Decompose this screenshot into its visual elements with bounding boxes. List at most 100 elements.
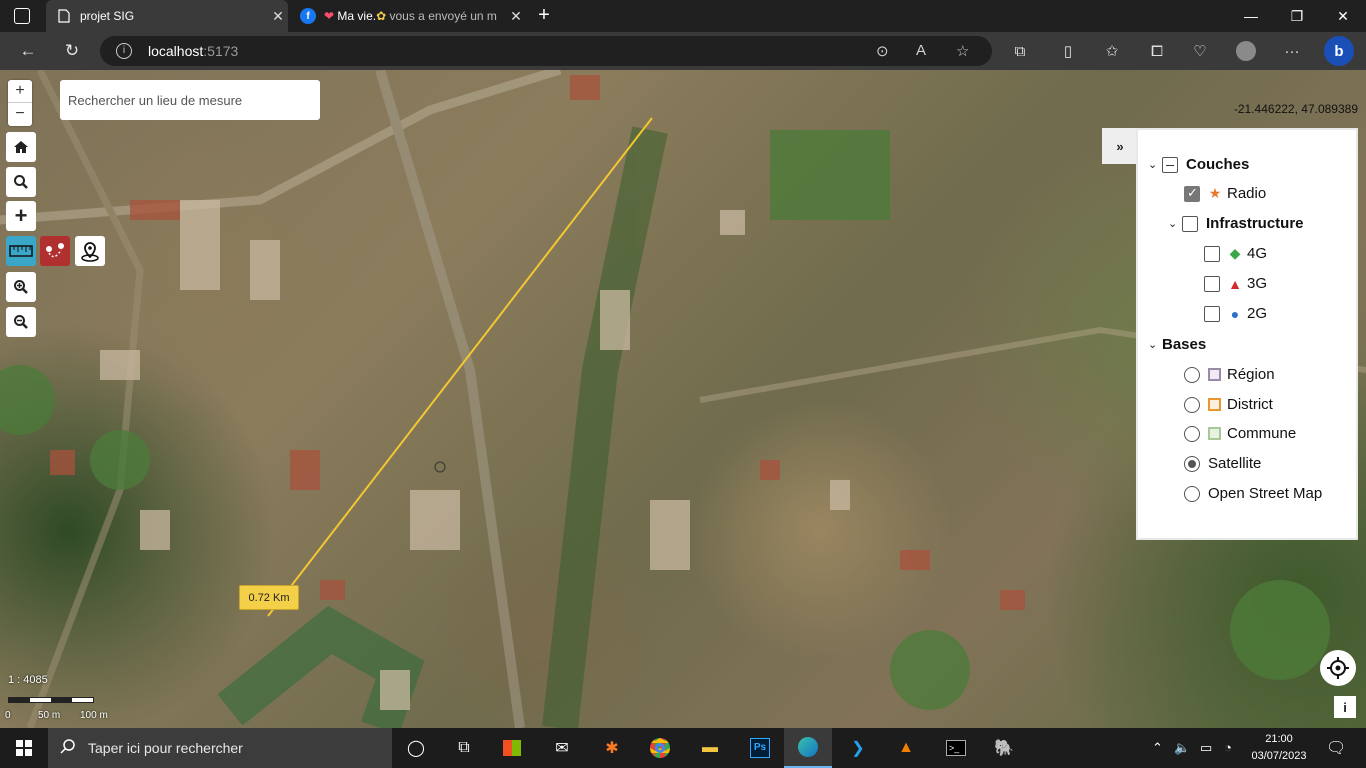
terminal-icon[interactable]: >_ <box>932 728 980 768</box>
maximize-button[interactable]: ❐ <box>1274 0 1320 32</box>
bases-title: Bases <box>1162 336 1207 353</box>
postgresql-icon[interactable]: 🐘 <box>980 728 1028 768</box>
attribution-info-button[interactable]: i <box>1334 696 1356 718</box>
tab-facebook[interactable]: f ❤ Ma vie.✿ vous a envoyé un m ✕ <box>290 0 526 32</box>
taskbar-search[interactable]: Taper ici pour rechercher <box>48 728 392 768</box>
tab-actions-icon[interactable] <box>14 8 30 24</box>
tab-projet-sig[interactable]: projet SIG ✕ <box>46 0 288 32</box>
split-screen-icon[interactable]: ▯ <box>1056 40 1080 62</box>
new-tab-button[interactable]: + <box>532 4 556 28</box>
add-point-button[interactable]: + <box>6 201 36 231</box>
performance-icon[interactable]: ♡ <box>1188 40 1212 62</box>
profile-avatar[interactable] <box>1234 40 1258 62</box>
favorite-star-icon[interactable]: ☆ <box>956 42 969 60</box>
close-icon[interactable]: ✕ <box>268 8 288 25</box>
zoom-in-icon <box>14 280 28 294</box>
mail-icon[interactable]: ✉ <box>538 728 586 768</box>
cortana-icon[interactable]: ◯ <box>392 728 440 768</box>
file-explorer-icon[interactable]: ▬ <box>686 728 734 768</box>
search-icon <box>14 175 28 189</box>
satellite-radio[interactable] <box>1184 455 1200 472</box>
bing-icon[interactable]: b <box>1324 36 1354 66</box>
location-icon[interactable]: ⊙ <box>876 42 889 60</box>
chevron-up-icon[interactable]: ⌃ <box>1152 740 1163 756</box>
minimize-button[interactable]: — <box>1228 0 1274 32</box>
read-aloud-icon[interactable]: A <box>916 42 926 59</box>
zoom-in-button[interactable]: + <box>8 80 32 103</box>
collapse-panel-button[interactable]: » <box>1102 128 1138 164</box>
favorites-icon[interactable]: ✩ <box>1100 40 1124 62</box>
collections-icon[interactable]: ⧠ <box>1145 40 1169 62</box>
clock-date: 03/07/2023 <box>1251 750 1307 762</box>
close-icon[interactable]: ✕ <box>506 8 526 25</box>
zoom-out-area-button[interactable] <box>6 307 36 337</box>
close-window-button[interactable]: ✕ <box>1320 0 1366 32</box>
location-pin-button[interactable] <box>75 236 105 266</box>
base-satellite: Satellite <box>1184 455 1261 472</box>
tab-bar: projet SIG ✕ f ❤ Ma vie.✿ vous a envoyé … <box>0 0 1366 32</box>
osm-radio[interactable] <box>1184 485 1200 502</box>
couches-checkbox[interactable] <box>1162 156 1178 173</box>
radio-checkbox[interactable] <box>1184 185 1200 202</box>
network-icon[interactable]: ◔ <box>1224 740 1232 755</box>
url-field[interactable]: i localhost:5173 ⊙ A ☆ <box>100 36 992 66</box>
district-radio[interactable] <box>1184 396 1200 413</box>
back-icon[interactable]: ← <box>14 39 42 63</box>
xampp-icon[interactable]: ✱ <box>588 728 636 768</box>
measure-distance-button[interactable] <box>6 236 36 266</box>
map-view[interactable]: 0.72 Km + − + -21.446222, 47.089389 » ⌄ … <box>0 70 1366 728</box>
extensions-icon[interactable]: ⧉ <box>1008 40 1032 62</box>
chevron-down-icon[interactable]: ⌄ <box>1148 338 1162 351</box>
layer-4g: ◆ 4G <box>1204 245 1267 262</box>
ruler-icon <box>9 245 33 257</box>
tab-title: projet SIG <box>80 9 135 23</box>
layer-group-infrastructure: ⌄ Infrastructure <box>1168 215 1304 232</box>
edge-icon[interactable] <box>784 728 832 768</box>
4g-checkbox[interactable] <box>1204 245 1220 262</box>
geolocate-button[interactable] <box>1320 650 1356 686</box>
photoshop-icon[interactable]: Ps <box>736 728 784 768</box>
notifications-icon[interactable]: 🗨 <box>1326 738 1346 758</box>
region-legend-icon <box>1208 368 1221 381</box>
commune-radio[interactable] <box>1184 425 1200 442</box>
infrastructure-checkbox[interactable] <box>1182 215 1198 232</box>
refresh-icon[interactable]: ↻ <box>58 39 86 63</box>
osm-label: Open Street Map <box>1208 485 1323 502</box>
scale-tick-0: 0 <box>5 710 11 721</box>
facebook-icon: f <box>300 8 316 24</box>
zoom-in-area-button[interactable] <box>6 272 36 302</box>
chevron-down-icon[interactable]: ⌄ <box>1168 217 1182 230</box>
more-menu-icon[interactable]: ··· <box>1280 40 1304 62</box>
region-radio[interactable] <box>1184 366 1200 383</box>
base-osm: Open Street Map <box>1184 485 1322 502</box>
search-input[interactable] <box>60 80 320 120</box>
system-clock[interactable]: 21:00 03/07/2023 <box>1250 731 1308 765</box>
base-commune: Commune <box>1184 425 1296 442</box>
layer-2g: ● 2G <box>1204 305 1267 322</box>
vlc-icon[interactable]: ▲ <box>882 728 930 768</box>
volume-icon[interactable]: 🔈 <box>1174 740 1190 756</box>
vscode-icon[interactable]: ❯ <box>834 728 882 768</box>
windows-start-button[interactable] <box>0 728 48 768</box>
district-legend-icon <box>1208 398 1221 411</box>
star-icon: ★ <box>1208 185 1222 201</box>
base-district: District <box>1184 396 1273 413</box>
zoom-out-button[interactable]: − <box>8 103 32 126</box>
layer-radio: ★ Radio <box>1184 185 1266 202</box>
home-button[interactable] <box>6 132 36 162</box>
info-icon[interactable]: i <box>116 43 132 59</box>
chrome-icon[interactable] <box>636 728 684 768</box>
3g-label: 3G <box>1247 275 1268 292</box>
3g-checkbox[interactable] <box>1204 275 1220 292</box>
chevron-down-icon[interactable]: ⌄ <box>1148 158 1162 171</box>
task-view-icon[interactable]: ⧉ <box>440 728 488 768</box>
layer-3g: ▲ 3G <box>1204 275 1267 292</box>
route-button[interactable] <box>40 236 70 266</box>
triangle-icon: ▲ <box>1228 275 1242 292</box>
battery-icon[interactable]: ▭ <box>1200 740 1212 756</box>
layer-group-bases: ⌄ Bases <box>1148 336 1206 353</box>
2g-checkbox[interactable] <box>1204 305 1220 322</box>
search-button[interactable] <box>6 167 36 197</box>
commune-label: Commune <box>1227 425 1297 442</box>
store-icon[interactable] <box>488 728 536 768</box>
